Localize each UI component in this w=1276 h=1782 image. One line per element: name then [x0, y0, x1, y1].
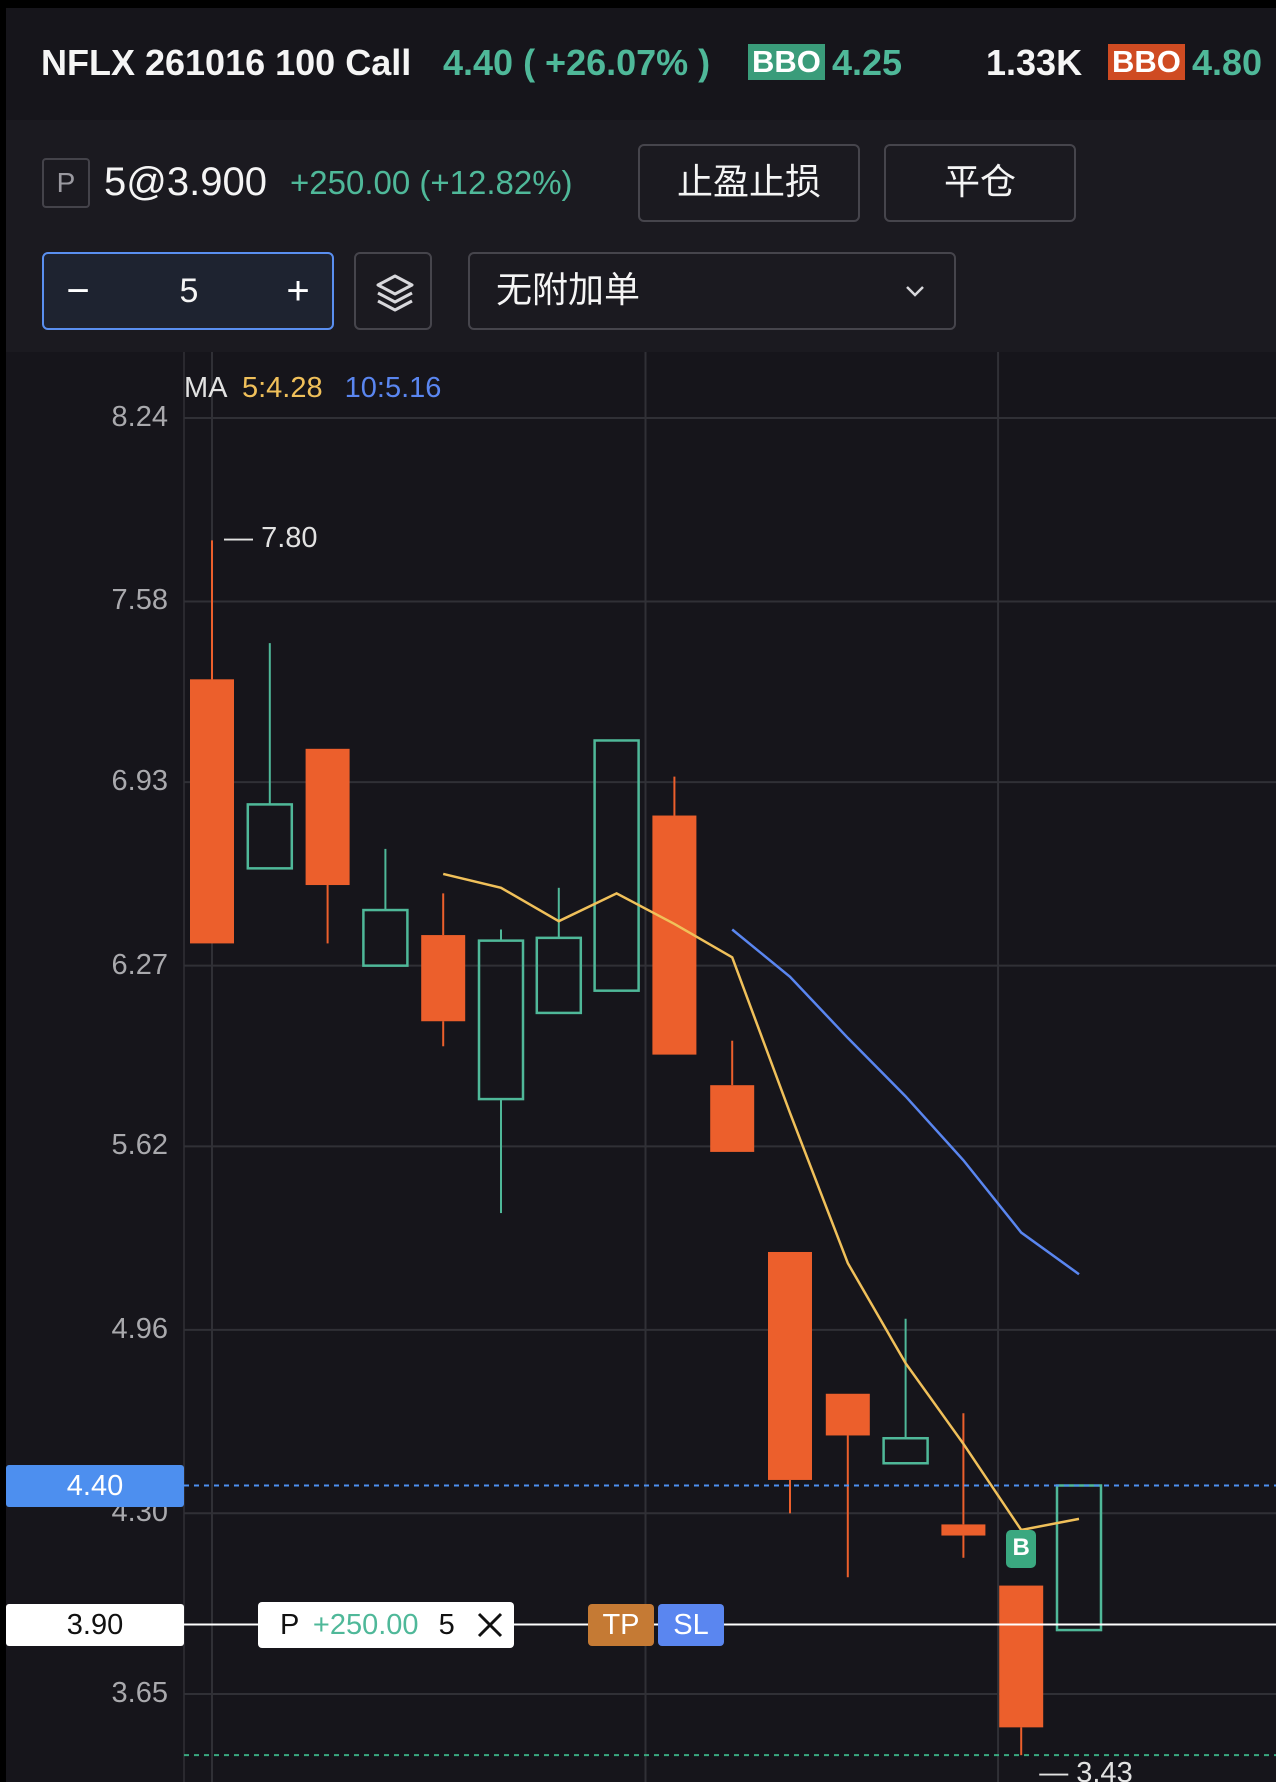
ma-legend: MA 5:4.28 10:5.16	[184, 372, 441, 405]
buy-marker[interactable]: B	[1006, 1529, 1037, 1568]
position-line-tag[interactable]: P +250.00 5	[258, 1601, 514, 1648]
position-badge: P	[42, 158, 90, 208]
candle-body-down	[825, 1393, 870, 1436]
attached-order-select[interactable]: 无附加单	[468, 252, 956, 330]
bbo-bid-badge: BBO	[748, 44, 825, 80]
quantity-input[interactable]: 5	[114, 254, 264, 328]
last-price: 4.40 ( +26.07% )	[443, 42, 711, 83]
candle-body-down	[710, 1085, 755, 1152]
volume: 1.33K	[986, 42, 1083, 83]
bbo-bid-price: 4.25	[832, 42, 903, 83]
take-profit-tag[interactable]: TP	[588, 1603, 654, 1646]
candle-body-up	[246, 803, 294, 870]
candle-body-down	[190, 679, 234, 944]
low-price-label: — 3.43	[1039, 1757, 1133, 1782]
position-line-badge: P	[280, 1608, 299, 1641]
ma10-line	[731, 928, 1080, 1276]
bbo-ask-badge: BBO	[1108, 44, 1185, 80]
candle-body-up	[1055, 1484, 1103, 1632]
decrease-quantity-button[interactable]: −	[48, 254, 108, 328]
position-quantity-price: 5@3.900	[104, 160, 267, 204]
y-tick-label: 4.96	[111, 1312, 168, 1345]
layers-icon	[376, 274, 414, 312]
tp-sl-button[interactable]: 止盈止损	[638, 144, 860, 222]
high-price-value: 7.80	[261, 522, 318, 555]
position-line-qty: 5	[438, 1608, 455, 1641]
close-icon[interactable]	[476, 1611, 504, 1639]
position-pnl: +250.00 (+12.82%)	[290, 164, 573, 201]
chevron-down-icon	[906, 286, 924, 297]
quantity-stepper[interactable]: − 5 +	[42, 252, 334, 330]
order-layers-button[interactable]	[354, 252, 432, 330]
y-tick-label: 5.62	[111, 1129, 168, 1162]
bbo-ask-price: 4.80	[1192, 42, 1263, 83]
position-line-pnl: +250.00	[312, 1608, 419, 1641]
candle-body-up	[362, 908, 409, 967]
chart-plot[interactable]	[6, 352, 1276, 1782]
low-price-value: 3.43	[1076, 1757, 1133, 1782]
current-price-tag: 4.40	[6, 1464, 184, 1507]
close-position-button[interactable]: 平仓	[884, 144, 1076, 222]
y-tick-label: 6.27	[111, 948, 168, 981]
candle-body-down	[421, 935, 466, 1022]
increase-quantity-button[interactable]: +	[268, 254, 328, 328]
attached-order-value: 无附加单	[496, 270, 641, 311]
ma5-line	[442, 872, 1080, 1532]
y-tick-label: 6.93	[111, 765, 168, 798]
candle-body-up	[477, 939, 525, 1101]
option-trading-app: NFLX 261016 100 Call 4.40 ( +26.07% ) BB…	[6, 8, 1276, 1782]
candle-body-up	[593, 739, 640, 992]
high-price-label: — 7.80	[224, 522, 318, 555]
ma10-value: 10:5.16	[344, 372, 442, 404]
candle-body-down	[305, 748, 350, 886]
position-price-tag: 3.90	[6, 1603, 184, 1646]
candle-body-down	[768, 1251, 812, 1480]
contract-header: NFLX 261016 100 Call 4.40 ( +26.07% ) BB…	[6, 8, 1276, 120]
order-panel: P 5@3.900 +250.00 (+12.82%) 止盈止损 平仓 − 5 …	[6, 120, 1276, 352]
candle-body-up	[535, 936, 583, 1015]
ma5-value: 5:4.28	[241, 372, 323, 404]
y-tick-label: 7.58	[111, 584, 168, 617]
candle-body-down	[941, 1524, 986, 1536]
candlestick-chart[interactable]: MA 5:4.28 10:5.16 8.24 7.58 6.93 6.27 5.62 4.…	[6, 352, 1276, 1782]
candle-body-down	[652, 815, 697, 1055]
y-tick-label: 3.65	[111, 1677, 168, 1709]
contract-title[interactable]: NFLX 261016 100 Call	[41, 42, 411, 84]
ma-label: MA	[184, 372, 226, 404]
candle-body-down	[999, 1585, 1044, 1728]
candle-body-up	[882, 1436, 929, 1465]
stop-loss-tag[interactable]: SL	[658, 1603, 724, 1646]
y-tick-label: 8.24	[111, 401, 168, 433]
